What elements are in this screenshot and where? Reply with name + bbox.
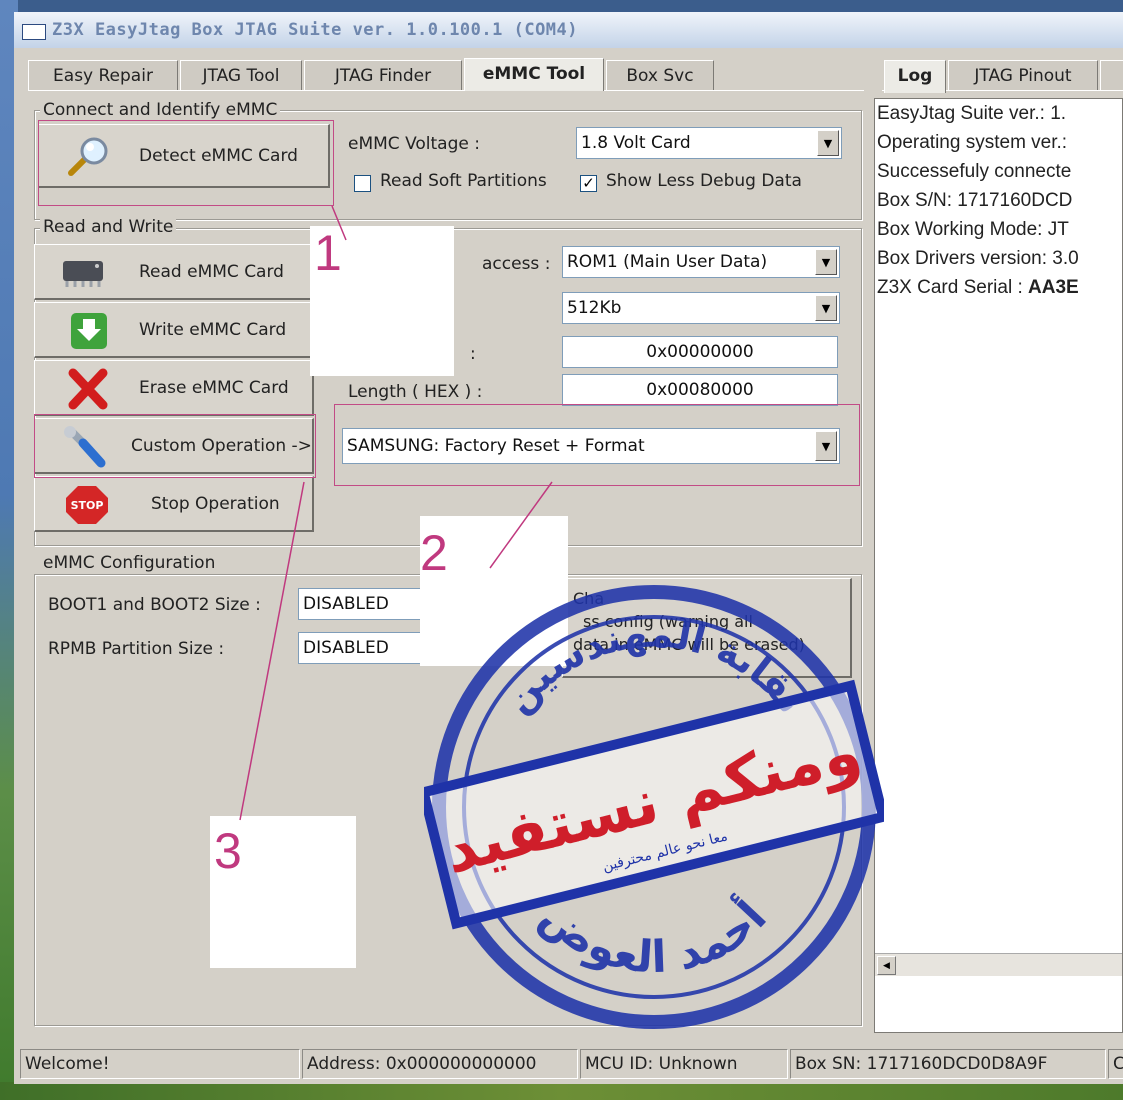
svg-text:أحمد العوض: أحمد العوض xyxy=(531,889,777,983)
app-window: Z3X EasyJtag Box JTAG Suite ver. 1.0.100… xyxy=(14,12,1123,1084)
stamp-bottom-text: أحمد العوض xyxy=(531,889,777,983)
desktop-taskbar-strip xyxy=(0,1082,1123,1100)
watermark-stamp: نقابة المهندسين أحمد العوض ومنكم نستفيد … xyxy=(417,572,890,1042)
annotation-number-1: 1 xyxy=(314,225,342,281)
annotation-number-3: 3 xyxy=(214,823,242,879)
